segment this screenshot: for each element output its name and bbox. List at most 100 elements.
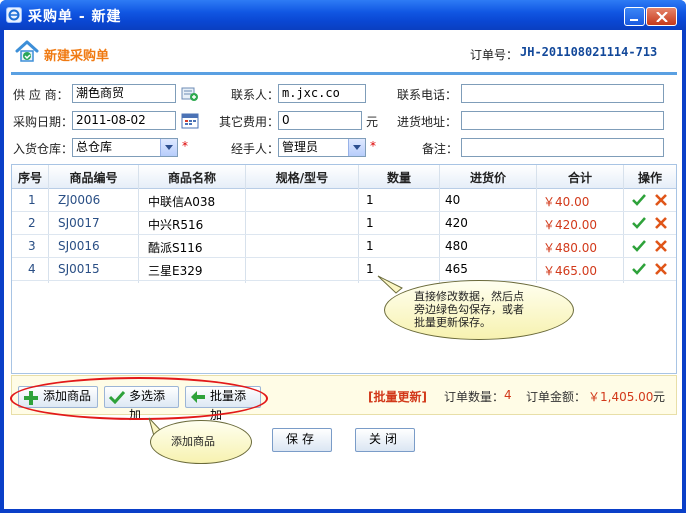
new-order-icon [15, 40, 39, 62]
warehouse-value: 总仓库 [76, 140, 113, 154]
cell-name: 中兴R516 [148, 218, 204, 232]
remark-input[interactable] [461, 138, 664, 157]
cell-code: SJ0015 [58, 262, 100, 276]
tip-bubble-pointer [377, 275, 403, 294]
delete-x-icon[interactable] [655, 263, 667, 275]
save-check-icon[interactable] [632, 217, 646, 229]
edit-tip-line1: 直接修改数据，然后点 [414, 290, 524, 303]
supplier-input[interactable]: 潮色商贸 [72, 84, 176, 103]
page-header: 新建采购单 订单号： JH-201108021114-713 [4, 30, 682, 75]
delete-x-icon[interactable] [655, 240, 667, 252]
cell-total: ￥465.00 [543, 264, 597, 278]
order-qty-value: 4 [504, 388, 512, 402]
warehouse-label: 入货仓库： [13, 142, 74, 156]
col-header-name: 商品名称 [167, 171, 216, 185]
cell-no: 3 [28, 239, 36, 253]
phone-input[interactable] [461, 84, 664, 103]
close-button[interactable]: 关闭 [355, 428, 415, 452]
col-header-no: 序号 [17, 171, 42, 185]
address-label: 进货地址： [397, 115, 458, 129]
warehouse-select[interactable]: 总仓库 [72, 138, 178, 157]
table-row[interactable]: 3 SJ0016 酷派S116 1 480 ￥480.00 [12, 235, 676, 258]
cell-code: SJ0017 [58, 216, 100, 230]
cell-qty[interactable]: 1 [366, 193, 374, 207]
order-no-label: 订单号： [470, 48, 519, 62]
handler-label: 经手人： [231, 142, 280, 156]
window-frame: 采购单 - 新建 新建采购单 订单号： JH-201108021114-713 … [0, 0, 686, 513]
cell-code: ZJ0006 [58, 193, 101, 207]
contact-label: 联系人： [231, 88, 280, 102]
chevron-down-icon[interactable] [160, 139, 177, 156]
handler-select[interactable]: 管理员 [278, 138, 366, 157]
cell-no: 1 [28, 193, 36, 207]
cell-qty[interactable]: 1 [366, 216, 374, 230]
handler-value: 管理员 [282, 140, 319, 154]
contact-input[interactable]: m.jxc.co [278, 84, 366, 103]
other-cost-input[interactable]: 0 [278, 111, 362, 130]
highlight-oval [10, 377, 268, 420]
order-no-value: JH-201108021114-713 [520, 45, 658, 59]
minimize-button[interactable] [624, 7, 645, 26]
cell-price[interactable]: 40 [445, 193, 460, 207]
cell-qty[interactable]: 1 [366, 262, 374, 276]
batch-update-link[interactable]: [批量更新] [368, 388, 427, 405]
title-bar[interactable]: 采购单 - 新建 [0, 0, 686, 30]
date-label: 采购日期： [13, 115, 74, 129]
supplier-label: 供 应 商： [13, 88, 69, 102]
add-tip-text: 添加商品 [171, 435, 215, 448]
order-amount-unit: 元 [653, 390, 666, 404]
col-header-total: 合计 [567, 171, 592, 185]
save-button[interactable]: 保存 [272, 428, 332, 452]
dialog-body: 新建采购单 订单号： JH-201108021114-713 供 应 商： 潮色… [4, 30, 682, 509]
save-check-icon[interactable] [632, 263, 646, 275]
other-cost-label: 其它费用： [219, 115, 280, 129]
address-input[interactable] [461, 111, 664, 130]
remark-label: 备注： [422, 142, 459, 156]
order-qty-label: 订单数量： [444, 390, 505, 404]
cell-total: ￥420.00 [543, 218, 597, 232]
page-title: 新建采购单 [44, 49, 110, 64]
other-cost-unit: 元 [366, 115, 379, 129]
delete-x-icon[interactable] [655, 194, 667, 206]
save-check-icon[interactable] [632, 194, 646, 206]
cell-total: ￥480.00 [543, 241, 597, 255]
date-input[interactable]: 2011-08-02 [72, 111, 176, 130]
cell-name: 三星E329 [148, 264, 203, 278]
cell-no: 2 [28, 216, 36, 230]
delete-x-icon[interactable] [655, 217, 667, 229]
table-header: 序号 商品编号 商品名称 规格/型号 数量 进货价 合计 操作 [12, 165, 676, 189]
add-supplier-icon[interactable] [181, 86, 199, 102]
cell-price[interactable]: 465 [445, 262, 468, 276]
col-header-spec: 规格/型号 [275, 171, 329, 185]
edit-tip-line3: 批量更新保存。 [414, 316, 491, 329]
handler-required-mark: * [370, 139, 376, 153]
col-header-price: 进货价 [469, 171, 506, 185]
table-row[interactable]: 1 ZJ0006 中联信A038 1 40 ￥40.00 [12, 189, 676, 212]
order-items-table: 序号 商品编号 商品名称 规格/型号 数量 进货价 合计 操作 1 ZJ0006… [11, 164, 677, 374]
phone-label: 联系电话： [397, 88, 458, 102]
cell-code: SJ0016 [58, 239, 100, 253]
app-icon [6, 7, 22, 23]
col-header-code: 商品编号 [69, 171, 118, 185]
window-title: 采购单 - 新建 [28, 9, 122, 25]
close-window-button[interactable] [646, 7, 677, 26]
table-row[interactable]: 4 SJ0015 三星E329 1 465 ￥465.00 [12, 258, 676, 281]
cell-price[interactable]: 480 [445, 239, 468, 253]
cell-name: 中联信A038 [148, 195, 216, 209]
calendar-icon[interactable] [181, 112, 199, 129]
cell-no: 4 [28, 262, 36, 276]
header-divider [11, 72, 677, 75]
chevron-down-icon[interactable] [348, 139, 365, 156]
cell-total: ￥40.00 [543, 195, 590, 209]
warehouse-required-mark: * [182, 139, 188, 153]
order-amount-value: ￥1,405.00 [588, 390, 654, 404]
cell-price[interactable]: 420 [445, 216, 468, 230]
table-row[interactable]: 2 SJ0017 中兴R516 1 420 ￥420.00 [12, 212, 676, 235]
edit-tip-line2: 旁边绿色勾保存，或者 [414, 303, 524, 316]
cell-name: 酷派S116 [148, 241, 203, 255]
order-amount-label: 订单金额： [526, 390, 587, 404]
cell-qty[interactable]: 1 [366, 239, 374, 253]
col-header-qty: 数量 [386, 171, 411, 185]
save-check-icon[interactable] [632, 240, 646, 252]
col-header-actions: 操作 [637, 171, 662, 185]
